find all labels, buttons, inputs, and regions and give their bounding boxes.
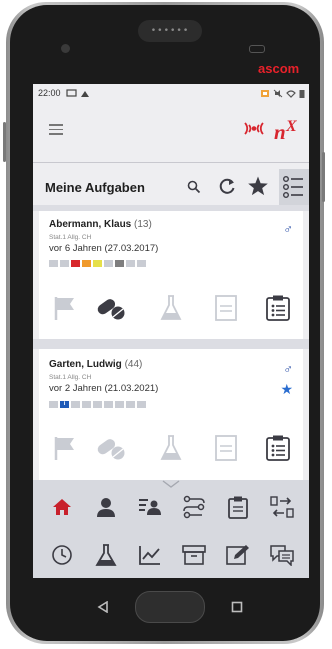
patient-name: Abermann, Klaus <box>49 219 132 230</box>
wifi-icon <box>286 89 296 98</box>
flag-icon[interactable] <box>47 291 81 325</box>
patient-station: Stat.1 Allg. CH <box>49 374 92 381</box>
lab-flask-icon[interactable] <box>89 538 123 572</box>
lab-flask-icon[interactable] <box>154 431 188 465</box>
male-gender-icon: ♂ <box>283 221 293 236</box>
favorites-star-icon[interactable] <box>247 175 269 197</box>
history-clock-icon[interactable] <box>45 538 79 572</box>
flag-icon[interactable] <box>47 431 81 465</box>
archive-icon[interactable] <box>177 538 211 572</box>
tasks-toolbar: Meine Aufgaben <box>33 169 309 205</box>
patient-card[interactable]: Abermann, Klaus (13) Stat.1 Allg. CH vor… <box>39 211 303 339</box>
medication-icon[interactable] <box>94 291 128 325</box>
status-square <box>104 260 113 267</box>
info-status-square: i <box>60 401 69 408</box>
status-square <box>115 260 124 267</box>
brand-logo: ascom <box>258 61 300 76</box>
page-title: Meine Aufgaben <box>45 180 145 195</box>
chevron-down-icon[interactable] <box>162 480 180 489</box>
medication-icon[interactable] <box>94 431 128 465</box>
status-square <box>115 401 124 408</box>
header-divider <box>33 162 309 163</box>
patient-station: Stat.1 Allg. CH <box>49 234 92 241</box>
status-square <box>104 401 113 408</box>
home-button[interactable] <box>135 591 205 623</box>
patient-name-line: Abermann, Klaus (13) <box>49 219 152 230</box>
male-gender-icon: ♂ <box>283 361 293 376</box>
home-icon[interactable] <box>45 490 79 524</box>
status-bar: 22:00 <box>33 84 309 102</box>
checklist-icon <box>283 176 303 199</box>
lab-flask-icon[interactable] <box>154 291 188 325</box>
chat-icon[interactable] <box>265 538 299 572</box>
app-bar: n X <box>33 102 309 152</box>
patient-name-line: Garten, Ludwig (44) <box>49 359 142 370</box>
report-icon[interactable] <box>209 431 243 465</box>
patient-age: (13) <box>134 219 152 230</box>
nx-logo-graphic: n X <box>244 118 297 144</box>
app-screen: 22:00 n X Meine Aufgaben Abermann, Klaus… <box>33 84 309 578</box>
status-square <box>82 401 91 408</box>
status-square <box>49 401 58 408</box>
cast-icon <box>65 88 77 97</box>
status-square <box>137 260 146 267</box>
nx-logo: n X <box>241 112 303 147</box>
menu-icon[interactable] <box>49 124 63 135</box>
favorite-star-icon[interactable]: ★ <box>280 381 293 398</box>
task-list-icon[interactable] <box>261 431 295 465</box>
power-button[interactable] <box>322 152 325 202</box>
status-squares: i <box>49 401 146 408</box>
speaker-grille: •••••• <box>150 26 190 36</box>
notification-icon <box>80 90 89 97</box>
admission-date: vor 6 Jahren (27.03.2017) <box>49 243 159 254</box>
back-icon[interactable] <box>97 601 109 613</box>
status-square <box>71 401 80 408</box>
earpiece-speaker: •••••• <box>138 20 202 42</box>
bottom-navigation <box>33 480 309 578</box>
search-icon[interactable] <box>187 180 201 194</box>
chart-icon[interactable] <box>133 538 167 572</box>
patient-age: (44) <box>124 359 143 370</box>
battery-saver-icon <box>261 89 269 97</box>
status-time: 22:00 <box>38 88 61 98</box>
battery-icon <box>299 89 305 98</box>
patient-card[interactable]: Garten, Ludwig (44) Stat.1 Allg. CH vor … <box>39 349 303 480</box>
status-square <box>49 260 58 267</box>
status-square <box>71 260 80 267</box>
status-square <box>82 260 91 267</box>
workflow-icon[interactable] <box>177 490 211 524</box>
refresh-icon[interactable] <box>218 177 236 195</box>
task-list-icon[interactable] <box>261 291 295 325</box>
status-square <box>93 401 102 408</box>
patient-action-row <box>39 431 303 465</box>
svg-text:n: n <box>274 120 286 142</box>
mute-icon <box>273 89 283 97</box>
transfer-icon[interactable] <box>265 490 299 524</box>
status-square <box>137 401 146 408</box>
system-navigation-bar <box>33 585 309 627</box>
list-view-button[interactable] <box>279 169 309 205</box>
patient-action-row <box>39 291 303 325</box>
clipboard-icon[interactable] <box>221 490 255 524</box>
status-square <box>60 260 69 267</box>
report-icon[interactable] <box>209 291 243 325</box>
patient-icon[interactable] <box>89 490 123 524</box>
proximity-sensor <box>249 45 265 53</box>
svg-text:X: X <box>285 118 297 135</box>
patient-name: Garten, Ludwig <box>49 359 122 370</box>
status-square <box>126 401 135 408</box>
recents-icon[interactable] <box>231 601 243 613</box>
patient-list-icon[interactable] <box>133 490 167 524</box>
admission-date: vor 2 Jahren (21.03.2021) <box>49 383 159 394</box>
status-squares <box>49 260 146 267</box>
front-camera <box>61 44 70 53</box>
status-square <box>93 260 102 267</box>
list-gap <box>33 339 309 349</box>
status-square <box>126 260 135 267</box>
volume-button[interactable] <box>3 122 6 162</box>
edit-note-icon[interactable] <box>221 538 255 572</box>
